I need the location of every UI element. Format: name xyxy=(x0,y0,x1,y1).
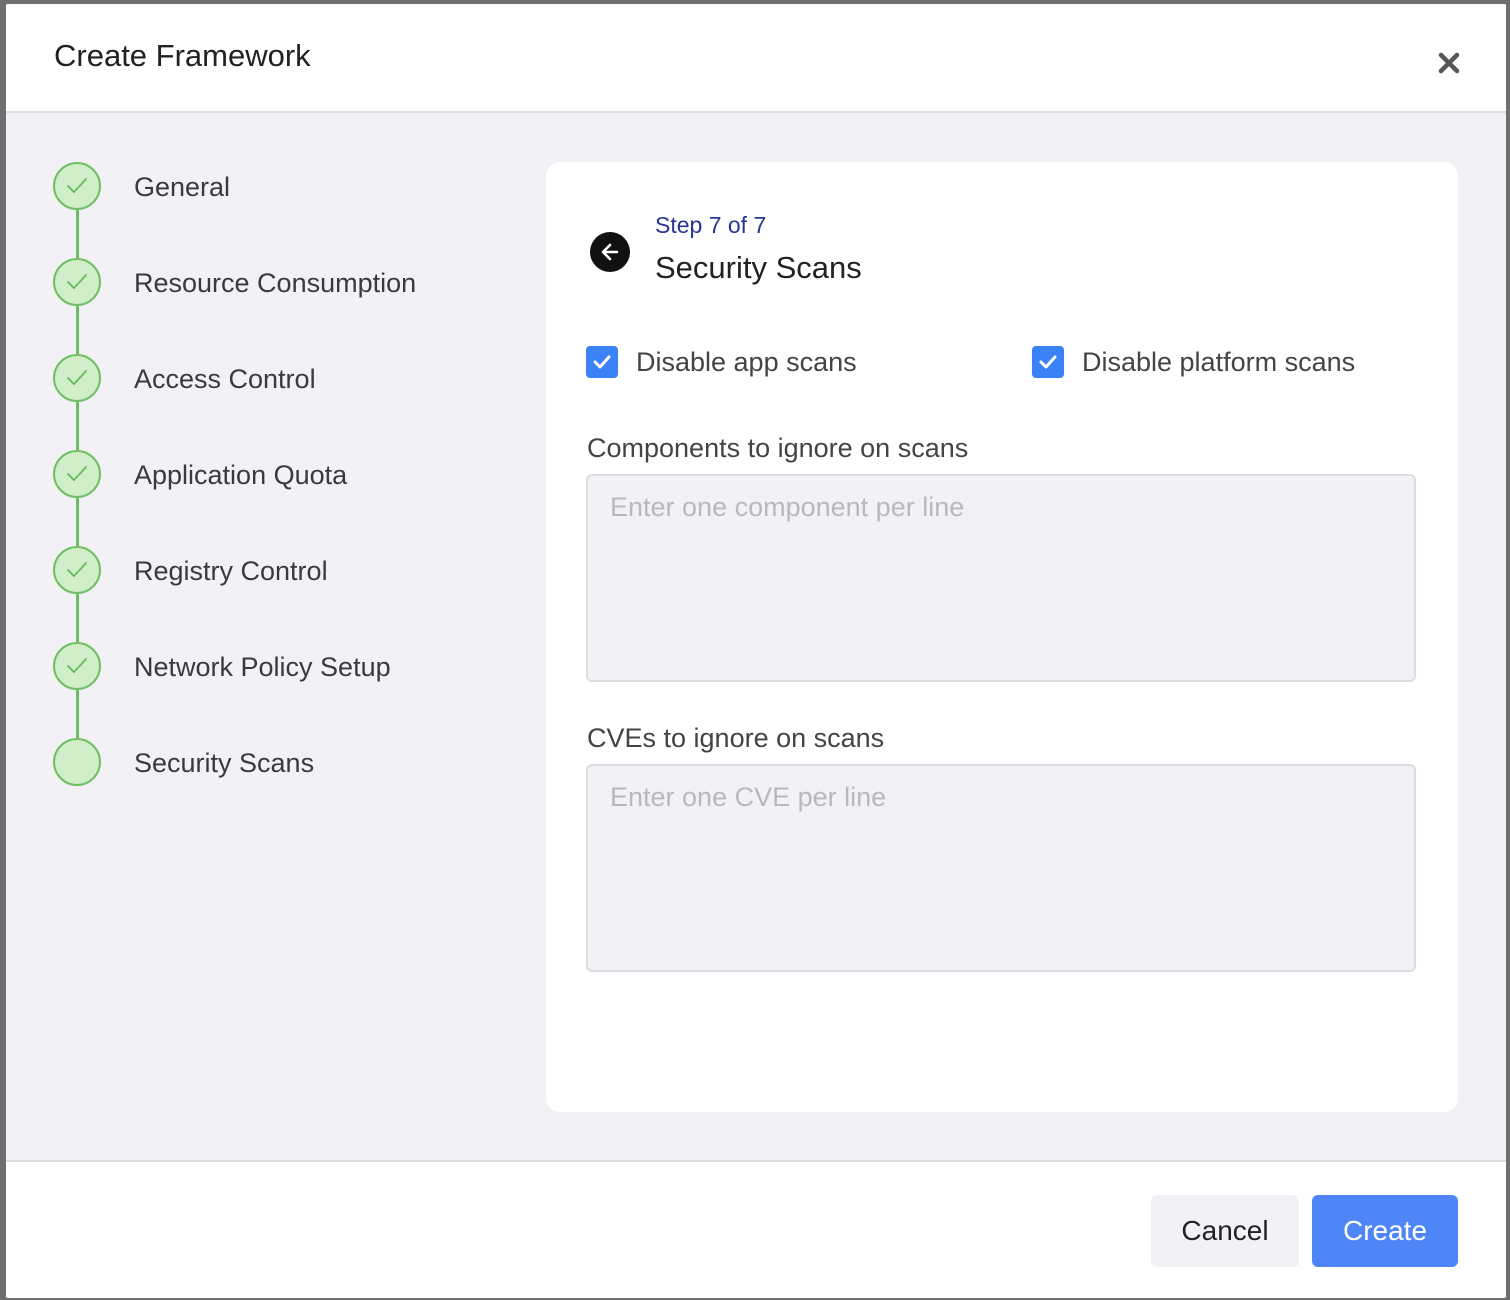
checkbox-checked[interactable] xyxy=(1032,346,1064,378)
components-textarea[interactable] xyxy=(586,474,1416,682)
step-complete-indicator xyxy=(53,450,101,498)
step-complete-indicator xyxy=(53,162,101,210)
step-label: Access Control xyxy=(134,364,316,394)
modal-title: Create Framework xyxy=(54,38,311,73)
checkmark-icon xyxy=(593,355,611,369)
close-button[interactable] xyxy=(1432,46,1466,80)
step-access-control[interactable]: Access Control xyxy=(52,354,492,450)
checkbox-checked[interactable] xyxy=(586,346,618,378)
back-button[interactable] xyxy=(590,232,630,272)
step-indicator: Step 7 of 7 xyxy=(655,212,767,238)
step-connector xyxy=(76,402,79,450)
checkbox-label: Disable app scans xyxy=(636,346,857,377)
step-connector xyxy=(76,306,79,354)
step-application-quota[interactable]: Application Quota xyxy=(52,450,492,546)
step-complete-indicator xyxy=(53,546,101,594)
checkmark-icon xyxy=(67,562,87,577)
step-label: Application Quota xyxy=(134,460,348,490)
wizard-stepper: General Resource Consumption Access Cont… xyxy=(52,162,492,834)
step-connector xyxy=(76,690,79,738)
checkbox-label: Disable platform scans xyxy=(1082,346,1356,377)
checkmark-icon xyxy=(67,370,87,385)
checkmark-icon xyxy=(67,658,87,673)
step-current-indicator xyxy=(53,738,101,786)
step-complete-indicator xyxy=(53,258,101,306)
create-button[interactable]: Create xyxy=(1312,1195,1458,1267)
checkmark-icon xyxy=(67,466,87,481)
create-framework-modal: Create Framework General Resource Consum… xyxy=(6,4,1506,1298)
step-label: Registry Control xyxy=(134,556,328,586)
checkmark-icon xyxy=(67,274,87,289)
step-complete-indicator xyxy=(53,642,101,690)
cancel-button[interactable]: Cancel xyxy=(1151,1195,1299,1267)
step-label: Network Policy Setup xyxy=(134,652,391,682)
cves-field-label: CVEs to ignore on scans xyxy=(587,723,885,753)
step-label: Resource Consumption xyxy=(134,268,417,298)
modal-footer: Cancel Create xyxy=(6,1160,1506,1298)
step-content-card: Step 7 of 7 Security Scans Disable app s… xyxy=(546,162,1458,1112)
step-label: General xyxy=(134,172,231,202)
step-connector xyxy=(76,210,79,258)
step-security-scans[interactable]: Security Scans xyxy=(52,738,492,834)
card-title: Security Scans xyxy=(655,250,862,285)
step-general[interactable]: General xyxy=(52,162,492,258)
step-registry-control[interactable]: Registry Control xyxy=(52,546,492,642)
disable-app-scans-checkbox[interactable]: Disable app scans xyxy=(586,345,857,379)
close-icon xyxy=(1438,52,1460,74)
step-connector xyxy=(76,594,79,642)
arrow-left-icon xyxy=(601,243,619,261)
cves-textarea[interactable] xyxy=(586,764,1416,972)
step-connector xyxy=(76,498,79,546)
modal-header: Create Framework xyxy=(6,4,1506,113)
step-label: Security Scans xyxy=(134,748,315,778)
checkmark-icon xyxy=(1039,355,1057,369)
step-resource-consumption[interactable]: Resource Consumption xyxy=(52,258,492,354)
components-field-label: Components to ignore on scans xyxy=(587,433,969,463)
checkmark-icon xyxy=(67,178,87,193)
step-complete-indicator xyxy=(53,354,101,402)
step-network-policy-setup[interactable]: Network Policy Setup xyxy=(52,642,492,738)
disable-platform-scans-checkbox[interactable]: Disable platform scans xyxy=(1032,345,1355,379)
